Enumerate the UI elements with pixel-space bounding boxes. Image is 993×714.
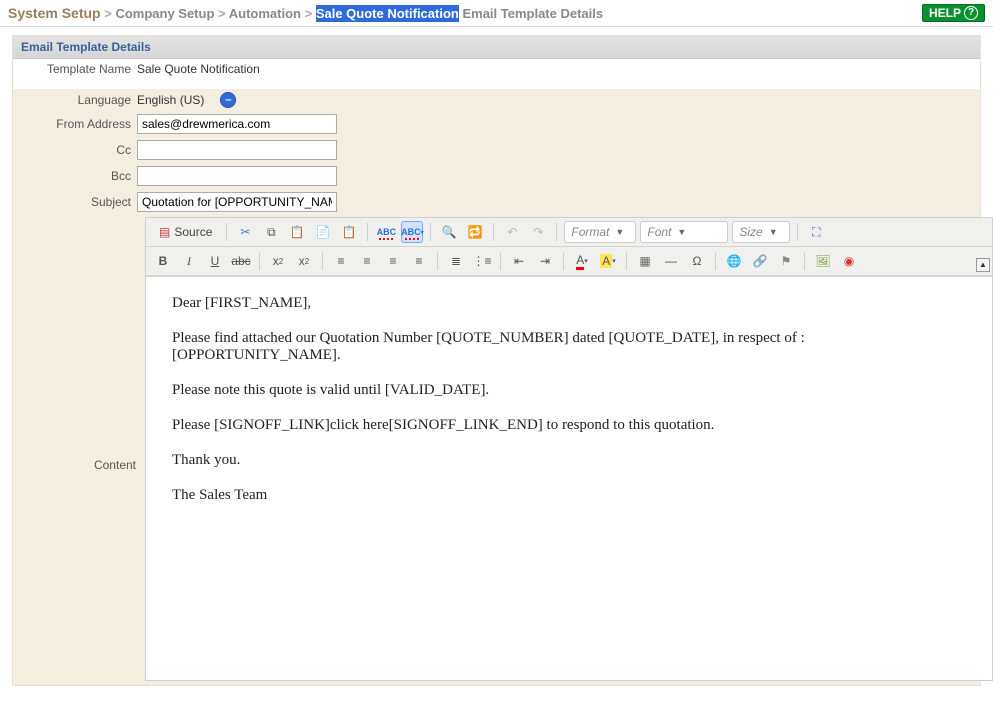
help-icon: ? <box>964 6 978 20</box>
horizontal-rule-icon[interactable]: — <box>660 250 682 272</box>
from-address-input[interactable] <box>137 114 337 134</box>
editor-toolbar-row-1: ▤ Source ✂ ⧉ 📋 📄 📋 ABC ABC▾ 🔍 🔁 ↶ ↷ <box>146 218 992 247</box>
link-icon[interactable]: 🌐 <box>723 250 745 272</box>
subject-input[interactable] <box>137 192 337 212</box>
breadcrumb-current: Sale Quote Notification <box>316 5 459 22</box>
about-icon[interactable]: ◉ <box>838 250 860 272</box>
subscript-icon[interactable]: x2 <box>267 250 289 272</box>
format-select[interactable]: Format▼ <box>564 221 636 243</box>
body-line: Please note this quote is valid until [V… <box>172 382 966 399</box>
image-icon[interactable]: 🖼 <box>812 250 834 272</box>
label-from: From Address <box>21 117 131 131</box>
ordered-list-icon[interactable]: ≣ <box>445 250 467 272</box>
bcc-input[interactable] <box>137 166 337 186</box>
breadcrumb-bar: System Setup > Company Setup > Automatio… <box>0 0 993 27</box>
section-header: Email Template Details <box>13 36 980 59</box>
size-select[interactable]: Size▼ <box>732 221 790 243</box>
table-icon[interactable]: ▦ <box>634 250 656 272</box>
label-bcc: Bcc <box>21 169 131 183</box>
unordered-list-icon[interactable]: ⋮≡ <box>471 250 493 272</box>
outdent-icon[interactable]: ⇤ <box>508 250 530 272</box>
bold-icon[interactable]: B <box>152 250 174 272</box>
breadcrumb-root[interactable]: System Setup <box>8 5 101 21</box>
breadcrumb-automation[interactable]: Automation <box>229 6 301 21</box>
breadcrumb: System Setup > Company Setup > Automatio… <box>8 5 603 21</box>
cc-input[interactable] <box>137 140 337 160</box>
label-cc: Cc <box>21 143 131 157</box>
underline-icon[interactable]: U <box>204 250 226 272</box>
toolbar-collapse-icon[interactable]: ▲ <box>976 258 990 272</box>
italic-icon[interactable]: I <box>178 250 200 272</box>
source-icon: ▤ <box>159 225 170 239</box>
value-template-name: Sale Quote Notification <box>137 62 260 76</box>
help-button[interactable]: HELP ? <box>922 4 985 22</box>
font-select[interactable]: Font▼ <box>640 221 728 243</box>
breadcrumb-company-setup[interactable]: Company Setup <box>115 6 214 21</box>
body-line: Please find attached our Quotation Numbe… <box>172 330 966 364</box>
special-char-icon[interactable]: Ω <box>686 250 708 272</box>
source-button[interactable]: ▤ Source <box>152 221 219 243</box>
paste-text-icon[interactable]: 📄 <box>312 221 334 243</box>
indent-icon[interactable]: ⇥ <box>534 250 556 272</box>
label-content: Content <box>86 458 136 472</box>
align-right-icon[interactable]: ≡ <box>382 250 404 272</box>
body-line: Please [SIGNOFF_LINK]click here[SIGNOFF_… <box>172 417 966 434</box>
align-justify-icon[interactable]: ≡ <box>408 250 430 272</box>
breadcrumb-tail: Email Template Details <box>462 6 603 21</box>
cut-icon[interactable]: ✂ <box>234 221 256 243</box>
label-language: Language <box>21 93 131 107</box>
redo-icon[interactable]: ↷ <box>527 221 549 243</box>
body-line: Dear [FIRST_NAME], <box>172 295 966 312</box>
paste-icon[interactable]: 📋 <box>286 221 308 243</box>
background-color-icon[interactable]: A▾ <box>597 250 619 272</box>
maximize-icon[interactable]: ⛶ <box>805 221 827 243</box>
body-line: The Sales Team <box>172 487 966 504</box>
find-icon[interactable]: 🔍 <box>438 221 460 243</box>
label-subject: Subject <box>21 195 131 209</box>
editor-content-area[interactable]: Dear [FIRST_NAME], Please find attached … <box>146 276 992 680</box>
undo-icon[interactable]: ↶ <box>501 221 523 243</box>
replace-icon[interactable]: 🔁 <box>464 221 486 243</box>
paste-word-icon[interactable]: 📋 <box>338 221 360 243</box>
anchor-icon[interactable]: ⚑ <box>775 250 797 272</box>
remove-language-icon[interactable]: – <box>220 92 236 108</box>
spellcheck-icon[interactable]: ABC <box>375 221 397 243</box>
copy-icon[interactable]: ⧉ <box>260 221 282 243</box>
strike-icon[interactable]: abc <box>230 250 252 272</box>
unlink-icon[interactable]: 🔗 <box>749 250 771 272</box>
rich-text-editor: Content ▤ Source ✂ ⧉ 📋 📄 📋 ABC ABC▾ 🔍 🔁 <box>145 217 993 681</box>
align-left-icon[interactable]: ≡ <box>330 250 352 272</box>
spellcheck-as-you-type-icon[interactable]: ABC▾ <box>401 221 423 243</box>
label-template-name: Template Name <box>21 62 131 76</box>
superscript-icon[interactable]: x2 <box>293 250 315 272</box>
value-language: English (US) <box>137 93 204 107</box>
text-color-icon[interactable]: A▾ <box>571 250 593 272</box>
body-line: Thank you. <box>172 452 966 469</box>
align-center-icon[interactable]: ≡ <box>356 250 378 272</box>
editor-toolbar-row-2: B I U abc x2 x2 ≡ ≡ ≡ ≡ ≣ ⋮≡ ⇤ ⇥ A▾ <box>146 247 992 276</box>
